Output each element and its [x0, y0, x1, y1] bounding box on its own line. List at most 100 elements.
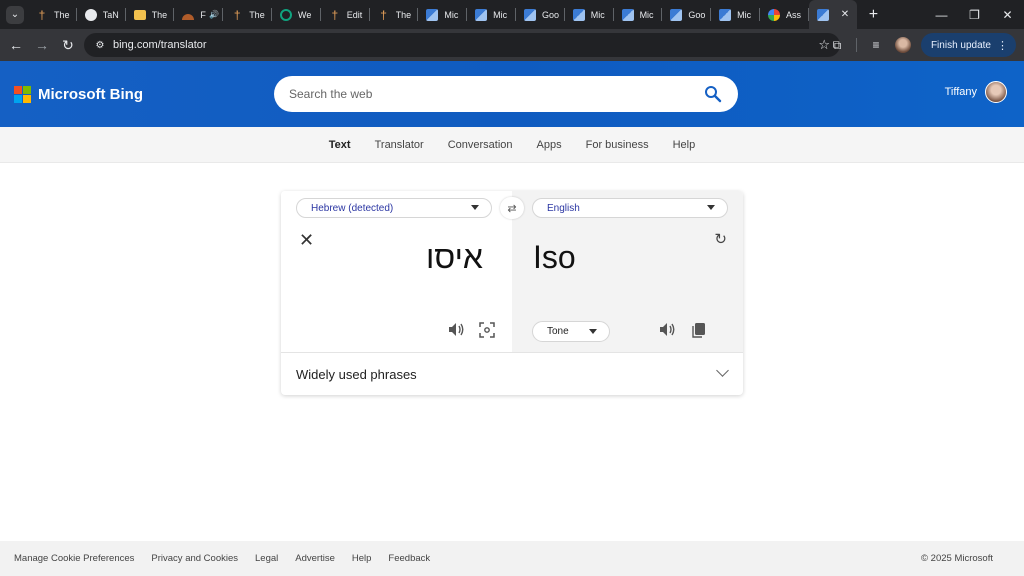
site-info-icon[interactable]: ⚙ — [92, 37, 108, 53]
source-language-select[interactable]: Hebrew (detected) — [296, 198, 492, 218]
footer-link-feedback[interactable]: Feedback — [388, 553, 430, 564]
chevron-down-icon — [716, 364, 729, 377]
target-language-select[interactable]: English — [532, 198, 728, 218]
browser-tab[interactable]: Goo — [516, 0, 565, 29]
forward-button[interactable]: → — [29, 32, 55, 58]
tab-title: TaN — [102, 9, 119, 20]
tab-title: Goo — [541, 9, 559, 20]
close-window-button[interactable]: ✕ — [991, 0, 1024, 29]
browser-tab-active[interactable]: ✕ — [808, 0, 857, 29]
browser-tab[interactable]: † Edit — [321, 0, 370, 29]
tab-title: Edit — [346, 9, 363, 20]
search-input[interactable] — [289, 87, 689, 101]
footer-link-legal[interactable]: Legal — [255, 553, 278, 564]
nav-help[interactable]: Help — [673, 139, 696, 151]
google-icon — [767, 8, 780, 21]
nav-text[interactable]: Text — [329, 139, 351, 151]
browser-tab[interactable]: † The — [28, 0, 77, 29]
translator-icon — [670, 8, 683, 21]
browser-toolbar: ← → ↻ ⚙ bing.com/translator ☆ ⧉ ≡ Finish… — [0, 29, 1024, 61]
browser-tab[interactable]: TaN — [77, 0, 126, 29]
browser-tab[interactable]: Mic — [467, 0, 516, 29]
nav-conversation[interactable]: Conversation — [448, 139, 513, 151]
url-text: bing.com/translator — [113, 39, 207, 51]
nav-apps[interactable]: Apps — [537, 139, 562, 151]
search-icon[interactable] — [704, 85, 722, 103]
user-menu[interactable]: Tiffany — [945, 81, 1007, 103]
tab-search-button[interactable]: ⌄ — [6, 5, 24, 24]
tab-title: The — [151, 9, 168, 20]
refresh-icon[interactable]: ↻ — [714, 230, 727, 248]
restore-button[interactable]: ❐ — [958, 0, 991, 29]
window-controls: — ❐ ✕ — [925, 0, 1024, 29]
copyright: © 2025 Microsoft — [921, 553, 993, 564]
profile-avatar[interactable] — [894, 37, 911, 53]
tab-title: Mic — [444, 9, 459, 20]
minimize-button[interactable]: — — [925, 0, 958, 29]
translator-icon — [621, 8, 634, 21]
back-button[interactable]: ← — [3, 32, 29, 58]
audio-playing-icon[interactable]: 🔊 — [209, 10, 219, 19]
clear-text-button[interactable]: ✕ — [299, 231, 314, 249]
page-footer: Manage Cookie Preferences Privacy and Co… — [0, 541, 1024, 576]
browser-tab[interactable]: Ass — [760, 0, 809, 29]
swap-languages-button[interactable]: ⇄ — [500, 197, 524, 219]
reading-list-icon[interactable]: ≡ — [867, 36, 885, 54]
toolbar-actions: ⧉ ≡ Finish update ⋮ — [828, 32, 1016, 58]
chevron-down-icon — [471, 205, 479, 210]
tab-title: Mic — [639, 9, 654, 20]
new-tab-button[interactable]: + — [869, 6, 878, 24]
brand-name[interactable]: Microsoft Bing — [38, 86, 143, 103]
copy-icon[interactable] — [692, 322, 706, 338]
source-language-label: Hebrew (detected) — [311, 202, 394, 214]
image-scan-icon[interactable] — [479, 322, 495, 338]
globe-icon — [84, 8, 97, 21]
extensions-icon[interactable]: ⧉ — [828, 36, 846, 54]
tab-title: We — [297, 9, 312, 20]
chevron-down-icon — [707, 205, 715, 210]
user-avatar — [985, 81, 1007, 103]
speaker-icon[interactable] — [659, 322, 675, 337]
tone-select[interactable]: Tone — [532, 321, 610, 342]
browser-tab[interactable]: We — [272, 0, 321, 29]
browser-tab[interactable]: Mic — [711, 0, 760, 29]
reload-button[interactable]: ↻ — [55, 32, 81, 58]
finish-update-button[interactable]: Finish update ⋮ — [920, 33, 1016, 57]
browser-tab[interactable]: Mic — [418, 0, 467, 29]
hat-icon — [182, 13, 195, 20]
browser-tab[interactable]: Mic — [614, 0, 663, 29]
tab-title: The — [54, 9, 70, 20]
tab-title: Mic — [737, 9, 752, 20]
more-menu-icon: ⋮ — [997, 39, 1008, 52]
widely-used-phrases[interactable]: Widely used phrases — [281, 352, 743, 395]
browser-tab[interactable]: The — [126, 0, 175, 29]
browser-tab[interactable]: Goo — [662, 0, 711, 29]
translator-subnav: Text Translator Conversation Apps For bu… — [0, 127, 1024, 163]
footer-link-cookie-preferences[interactable]: Manage Cookie Preferences — [14, 553, 134, 564]
translator-icon — [523, 8, 536, 21]
address-bar[interactable]: ⚙ bing.com/translator ☆ — [84, 33, 840, 57]
browser-tab[interactable]: † The — [370, 0, 419, 29]
microsoft-logo-icon[interactable] — [14, 86, 31, 103]
browser-tab[interactable]: † The — [223, 0, 272, 29]
close-tab-icon[interactable]: ✕ — [841, 9, 849, 20]
source-text[interactable]: איסו — [426, 239, 483, 276]
cross-icon: † — [331, 7, 339, 22]
cross-icon: † — [233, 7, 241, 22]
footer-link-privacy[interactable]: Privacy and Cookies — [151, 553, 238, 564]
nav-translator[interactable]: Translator — [375, 139, 424, 151]
browser-tab[interactable]: Mic — [565, 0, 614, 29]
cross-icon: † — [38, 7, 46, 22]
translator-icon — [475, 8, 488, 21]
translator-icon — [572, 8, 585, 21]
nav-for-business[interactable]: For business — [586, 139, 649, 151]
footer-link-advertise[interactable]: Advertise — [295, 553, 335, 564]
speaker-icon[interactable] — [448, 322, 464, 337]
tab-title: F — [200, 9, 206, 20]
browser-tab[interactable]: F 🔊 — [174, 0, 223, 29]
phrases-label: Widely used phrases — [296, 366, 417, 382]
search-box — [274, 76, 738, 112]
tab-list: † The TaN The F 🔊 † The We † Edit † The Mic M… — [28, 0, 857, 29]
translated-text: Iso — [533, 239, 576, 275]
footer-link-help[interactable]: Help — [352, 553, 372, 564]
